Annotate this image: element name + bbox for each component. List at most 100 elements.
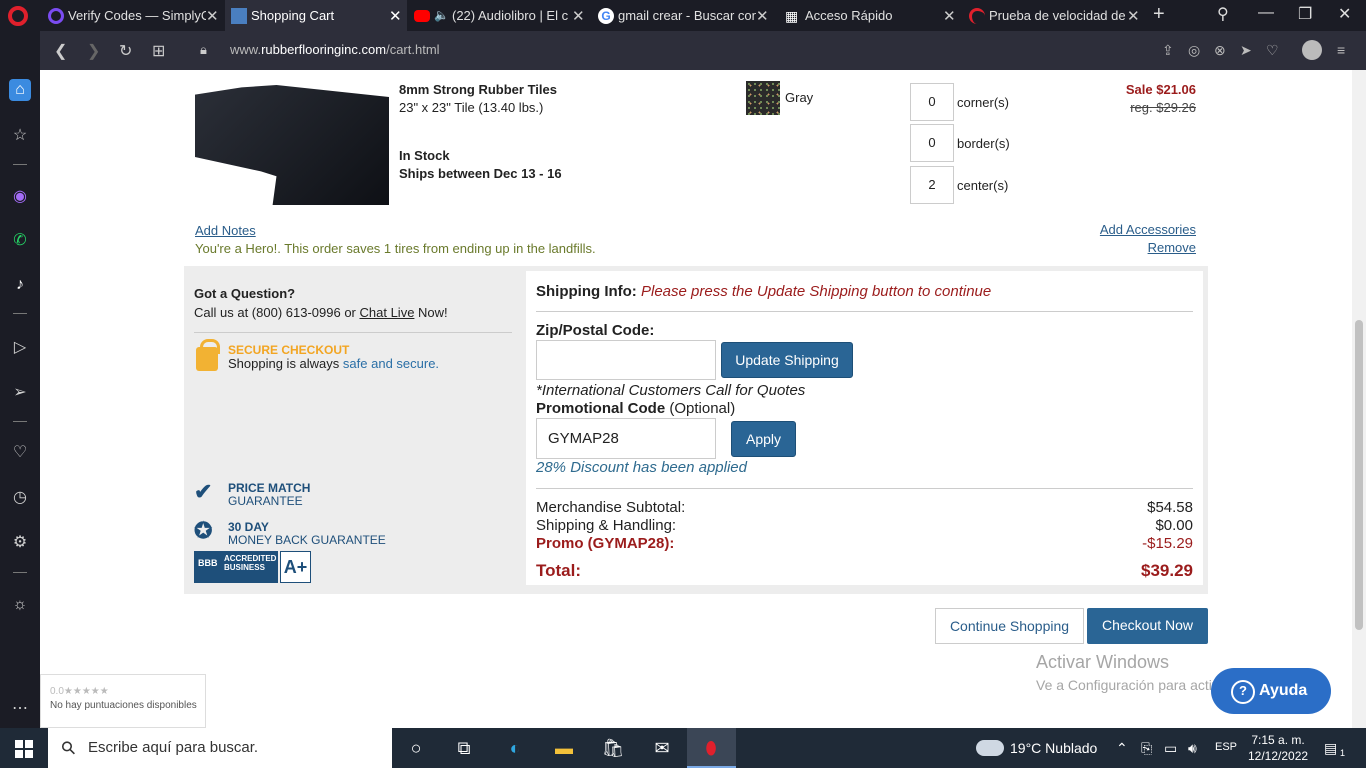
- secure-checkout: SECURE CHECKOUT Shopping is always safe …: [194, 332, 512, 371]
- clock[interactable]: 7:15 a. m. 12/12/2022: [1248, 732, 1308, 764]
- zip-input[interactable]: [536, 340, 716, 380]
- forward-icon[interactable]: ❯: [87, 41, 100, 61]
- divider: [536, 311, 1193, 312]
- back-icon[interactable]: ❮: [54, 41, 67, 61]
- minimize-icon[interactable]: —: [1258, 4, 1274, 22]
- chat-live-link[interactable]: Chat Live: [360, 305, 415, 320]
- add-accessories-link[interactable]: Add Accessories: [1100, 222, 1196, 237]
- settings-gear-icon[interactable]: ⚙: [9, 531, 31, 553]
- search-tabs-icon[interactable]: ⚲: [1217, 4, 1229, 24]
- tabs-grid-icon[interactable]: ⊞: [152, 41, 165, 61]
- new-tab-icon[interactable]: +: [1153, 3, 1165, 26]
- cloud-weather-icon[interactable]: [976, 740, 1004, 756]
- tab-audiolibro[interactable]: 🔈 (22) Audiolibro | El c ✕: [408, 0, 590, 31]
- lock-icon[interactable]: 🔒︎: [200, 42, 207, 58]
- opera-logo-icon[interactable]: [8, 6, 28, 26]
- close-tab-icon[interactable]: ✕: [206, 7, 219, 25]
- sidebar-divider: [13, 421, 27, 422]
- clock-date: 12/12/2022: [1248, 749, 1309, 763]
- url-path: /cart.html: [386, 42, 440, 57]
- notifications-icon[interactable]: ▤: [1324, 740, 1337, 757]
- speed-dial-star-icon[interactable]: ☆: [9, 124, 31, 146]
- history-clock-icon[interactable]: ◷: [9, 486, 31, 508]
- pinboard-heart-icon[interactable]: ♡: [9, 441, 31, 463]
- tab-acceso-rapido[interactable]: ▦ Acceso Rápido ✕: [779, 0, 961, 31]
- edge-icon[interactable]: ◐: [503, 736, 527, 760]
- file-explorer-icon[interactable]: ▬: [552, 736, 576, 760]
- price-match[interactable]: PRICE MATCH GUARANTEE: [228, 482, 310, 508]
- checkout-now-button[interactable]: Checkout Now: [1087, 608, 1208, 644]
- tab-shopping-cart[interactable]: Shopping Cart ✕: [225, 0, 407, 31]
- safe-secure-link[interactable]: safe and secure.: [343, 356, 439, 371]
- tab-speedtest[interactable]: Prueba de velocidad de I ✕: [963, 0, 1145, 31]
- remove-link[interactable]: Remove: [1148, 240, 1196, 255]
- bbb-accredited-badge[interactable]: ACCREDITED BUSINESS: [194, 551, 278, 583]
- scrollbar-thumb[interactable]: [1355, 320, 1363, 630]
- language-indicator[interactable]: ESP: [1215, 741, 1237, 753]
- close-tab-icon[interactable]: ✕: [756, 7, 769, 25]
- taskbar-search-box[interactable]: Escribe aquí para buscar.: [48, 728, 392, 768]
- speaker-icon[interactable]: 🔈: [434, 8, 449, 24]
- menu-icon[interactable]: ≡: [1337, 42, 1345, 58]
- tiktok-icon[interactable]: ♪: [9, 274, 31, 296]
- task-view-icon[interactable]: ⧉: [452, 736, 476, 760]
- close-tab-icon[interactable]: ✕: [389, 7, 402, 25]
- weather-text[interactable]: 19°C Nublado: [1010, 740, 1097, 756]
- grid-icon: ▦: [785, 7, 799, 24]
- whatsapp-icon[interactable]: ✆: [9, 229, 31, 251]
- page-scrollbar[interactable]: [1352, 70, 1366, 728]
- money-back[interactable]: 30 DAY MONEY BACK GUARANTEE: [228, 521, 386, 547]
- close-tab-icon[interactable]: ✕: [1127, 7, 1140, 25]
- product-name[interactable]: 8mm Strong Rubber Tiles: [399, 82, 557, 97]
- home-icon[interactable]: ⌂: [9, 79, 31, 101]
- stock-status: In Stock: [399, 148, 450, 163]
- help-chat-button[interactable]: Ayuda: [1211, 668, 1331, 714]
- mail-icon[interactable]: ✉: [650, 736, 674, 760]
- url-prefix: www.: [230, 42, 262, 57]
- opera-taskbar-button[interactable]: ⬮: [687, 728, 736, 768]
- promo-discount-label: Promo (GYMAP28):: [536, 535, 675, 552]
- flow-send-icon[interactable]: ➢: [9, 381, 31, 403]
- show-hidden-icons-icon[interactable]: ⌃: [1116, 740, 1128, 757]
- volume-icon[interactable]: 🔊︎: [1188, 740, 1197, 757]
- rating-widget[interactable]: 0.0★★★★★ No hay puntuaciones disponibles: [40, 674, 206, 728]
- close-tab-icon[interactable]: ✕: [572, 7, 585, 25]
- continue-shopping-button[interactable]: Continue Shopping: [935, 608, 1084, 644]
- tab-gmail-crear[interactable]: G gmail crear - Buscar con ✕: [592, 0, 774, 31]
- windows-start-icon[interactable]: [15, 740, 33, 758]
- tab-verify-codes[interactable]: Verify Codes — SimplyC ✕: [42, 0, 224, 31]
- bbb-rating-badge[interactable]: A+: [280, 551, 311, 583]
- product-image[interactable]: [195, 85, 389, 205]
- restore-icon[interactable]: ❐: [1298, 4, 1312, 24]
- camera-icon[interactable]: ◎: [1188, 42, 1200, 59]
- network-icon[interactable]: ▭: [1164, 740, 1177, 757]
- block-icon[interactable]: ⊗: [1214, 42, 1226, 59]
- more-options-icon[interactable]: ⋯: [9, 697, 31, 719]
- promo-discount-value: -$15.29: [1142, 535, 1193, 552]
- reload-icon[interactable]: ↻: [119, 41, 132, 61]
- lightbulb-icon[interactable]: ☼: [9, 594, 31, 616]
- qty-centers-input[interactable]: 2: [910, 166, 954, 204]
- qty-corners-input[interactable]: 0: [910, 83, 954, 121]
- store-icon[interactable]: 🛍︎: [601, 736, 625, 760]
- messenger-icon[interactable]: ◉: [9, 185, 31, 207]
- sidebar-divider: [13, 164, 27, 165]
- close-tab-icon[interactable]: ✕: [943, 7, 956, 25]
- apply-button[interactable]: Apply: [731, 421, 796, 457]
- divider: [536, 488, 1193, 489]
- close-window-icon[interactable]: ✕: [1338, 4, 1351, 24]
- update-shipping-button[interactable]: Update Shipping: [721, 342, 853, 378]
- usb-icon[interactable]: ⎘: [1141, 740, 1152, 757]
- profile-icon[interactable]: [1302, 40, 1322, 60]
- add-notes-link[interactable]: Add Notes: [195, 223, 256, 238]
- promo-code-input[interactable]: GYMAP28: [536, 418, 716, 459]
- qty-borders-input[interactable]: 0: [910, 124, 954, 162]
- cortana-icon[interactable]: ○: [404, 736, 428, 760]
- player-icon[interactable]: ▷: [9, 336, 31, 358]
- heart-icon[interactable]: ♡: [1266, 42, 1279, 59]
- windows-taskbar: Escribe aquí para buscar. ○ ⧉ ◐ ▬ 🛍︎ ✉ ⬮…: [0, 728, 1366, 768]
- simplycodes-icon: [48, 7, 64, 24]
- share-icon[interactable]: ⇪: [1162, 42, 1174, 59]
- url-field[interactable]: www.rubberflooringinc.com/cart.html: [230, 42, 440, 57]
- send-icon[interactable]: ➤: [1240, 42, 1252, 59]
